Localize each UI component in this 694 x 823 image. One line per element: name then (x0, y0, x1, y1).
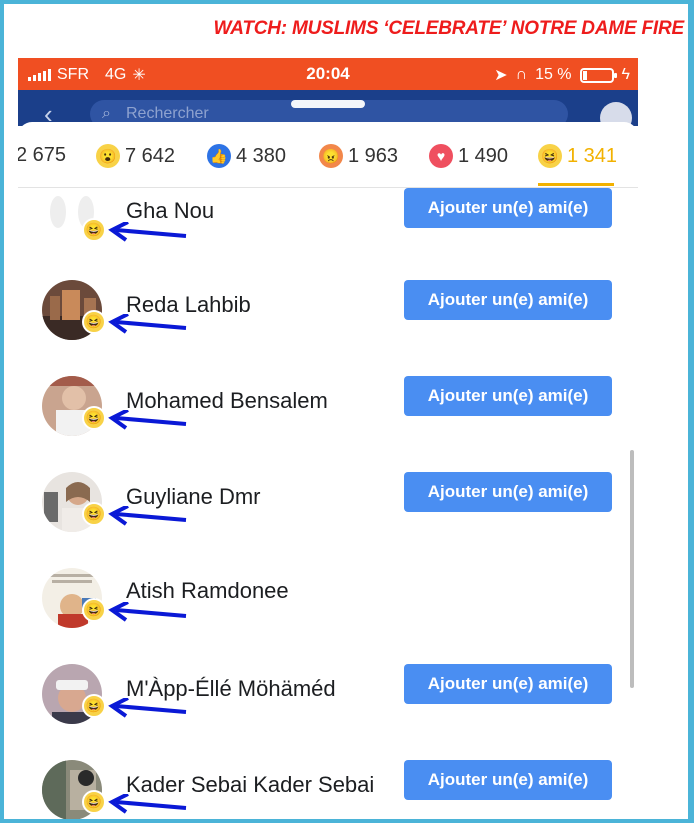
list-item: 😆 Atish Ramdonee (18, 564, 638, 660)
tab-count: 7 642 (125, 144, 176, 167)
haha-icon: 😆 (82, 406, 106, 430)
wow-icon: 😮 (96, 144, 120, 168)
add-friend-button[interactable]: Ajouter un(e) ami(e) (404, 472, 612, 512)
haha-icon: 😆 (82, 310, 106, 334)
list-item: 😆 Mohamed Bensalem Ajouter un(e) ami(e) (18, 372, 638, 468)
haha-icon: 😆 (82, 502, 106, 526)
love-icon: ♥ (429, 144, 453, 168)
status-bar: SFR 4G ✳ 20:04 ➤ ∩ 15 % ϟ (18, 58, 638, 90)
tab-haha[interactable]: 😆 1 341 (538, 144, 617, 168)
search-placeholder: Rechercher (126, 105, 209, 122)
charging-icon: ϟ (621, 66, 630, 83)
list-item: 😆 Guyliane Dmr Ajouter un(e) ami(e) (18, 468, 638, 564)
tab-count: 4 380 (236, 144, 287, 167)
battery-percent: 15 % (535, 66, 572, 83)
tab-count: 2 675 (18, 144, 67, 166)
annotation-arrow (108, 222, 187, 242)
tab-angry[interactable]: 😠 1 963 (319, 144, 398, 168)
person-name[interactable]: Atish Ramdonee (126, 578, 289, 604)
headphones-icon: ∩ (515, 66, 528, 83)
haha-icon: 😆 (82, 790, 106, 814)
list-item: 😆 Kader Sebai Kader Sebai Ajouter un(e) … (18, 756, 638, 823)
angry-icon: 😠 (319, 144, 343, 168)
add-friend-button[interactable]: Ajouter un(e) ami(e) (404, 760, 612, 800)
add-friend-button[interactable]: Ajouter un(e) ami(e) (404, 664, 612, 704)
list-item: 😆 Gha Nou Ajouter un(e) ami(e) (18, 184, 638, 280)
person-name[interactable]: Guyliane Dmr (126, 484, 260, 510)
add-friend-button[interactable]: Ajouter un(e) ami(e) (404, 376, 612, 416)
haha-icon: 😆 (82, 694, 106, 718)
tab-count: 1 963 (348, 144, 399, 167)
list-item: 😆 Reda Lahbib Ajouter un(e) ami(e) (18, 276, 638, 372)
haha-icon: 😆 (82, 598, 106, 622)
person-name[interactable]: Kader Sebai Kader Sebai (126, 772, 374, 798)
battery-icon (579, 67, 617, 83)
add-friend-button[interactable]: Ajouter un(e) ami(e) (404, 188, 612, 228)
location-icon: ➤ (494, 67, 508, 84)
person-name[interactable]: Reda Lahbib (126, 292, 251, 318)
tab-love[interactable]: ♥ 1 490 (429, 144, 508, 168)
tab-haha-partial[interactable]: 2 675 (18, 144, 66, 167)
tab-count: 1 341 (567, 144, 618, 167)
haha-icon: 😆 (82, 218, 106, 242)
tab-like[interactable]: 👍 4 380 (207, 144, 286, 168)
back-icon[interactable]: ‹ (44, 101, 53, 127)
tab-count: 1 490 (458, 144, 509, 167)
tab-wow[interactable]: 😮 7 642 (96, 144, 175, 168)
list-item: 😆 M'Àpp-Éllé Möhäméd Ajouter un(e) ami(e… (18, 660, 638, 756)
phone-screen: SFR 4G ✳ 20:04 ➤ ∩ 15 % ϟ ‹ ⌕ Rechercher… (18, 58, 638, 823)
like-icon: 👍 (207, 144, 231, 168)
person-name[interactable]: Gha Nou (126, 198, 214, 224)
add-friend-button[interactable]: Ajouter un(e) ami(e) (404, 280, 612, 320)
reaction-tabs: 2 675 😮 7 642 👍 4 380 😠 1 963 ♥ 1 490 😆 … (18, 122, 638, 188)
headline-caption: WATCH: MUSLIMS ‘CELEBRATE’ NOTRE DAME FI… (213, 18, 685, 39)
sheet-drag-handle[interactable] (291, 100, 365, 108)
person-name[interactable]: M'Àpp-Éllé Möhäméd (126, 676, 336, 702)
person-name[interactable]: Mohamed Bensalem (126, 388, 328, 414)
annotation-arrow (108, 602, 187, 622)
haha-icon: 😆 (538, 144, 562, 168)
nav-bar: ‹ ⌕ Rechercher (18, 90, 638, 134)
